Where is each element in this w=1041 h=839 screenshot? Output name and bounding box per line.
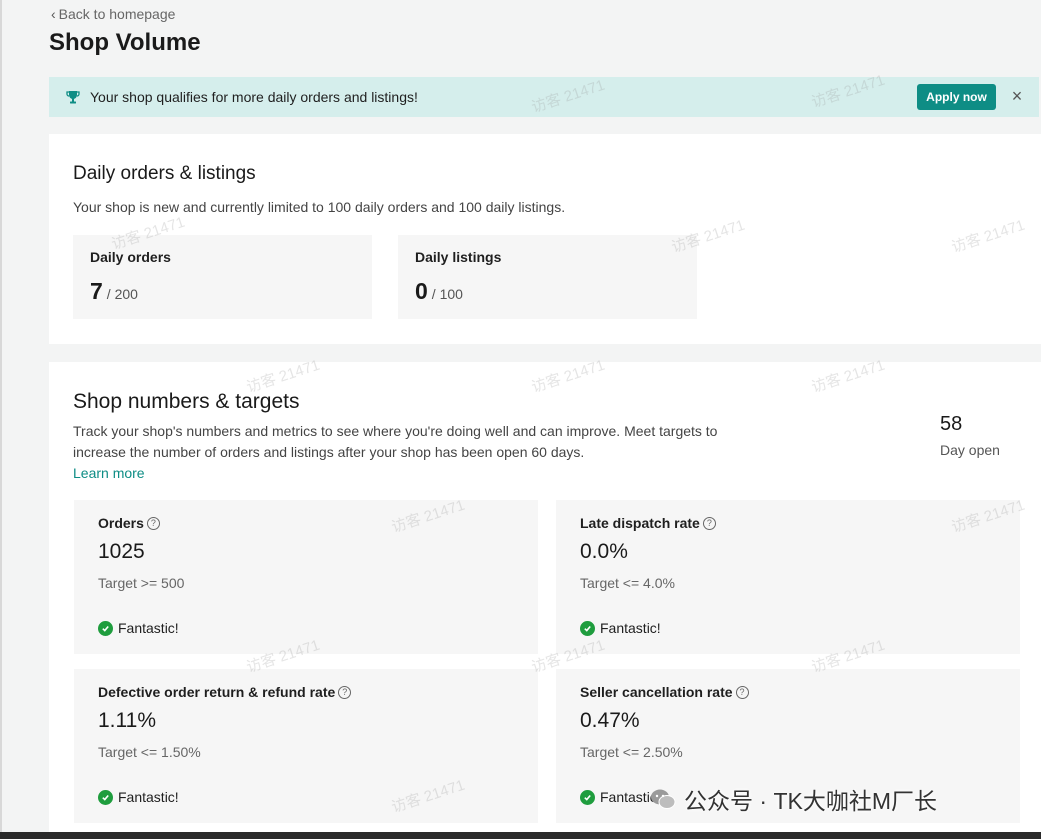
bottom-edge	[0, 832, 1041, 839]
metric-title-label: Seller cancellation rate	[580, 684, 733, 700]
metric-title-label: Late dispatch rate	[580, 515, 700, 531]
daily-listings-value: 0 / 100	[415, 278, 463, 305]
daily-orders-count: 7	[90, 278, 103, 304]
metric-status-label: Fantastic!	[118, 620, 179, 636]
targets-section-title: Shop numbers & targets	[73, 390, 300, 413]
page-title: Shop Volume	[49, 29, 201, 56]
close-icon[interactable]: ×	[1008, 86, 1026, 106]
metric-status-label: Fantastic!	[118, 789, 179, 805]
metric-target: Target <= 2.50%	[580, 744, 683, 760]
daily-section-description: Your shop is new and currently limited t…	[73, 199, 566, 215]
metric-value: 1.11%	[98, 709, 156, 732]
check-circle-icon	[98, 620, 113, 636]
metric-card-defective-return: Defective order return & refund rate ? 1…	[74, 669, 538, 823]
days-open-value: 58	[940, 413, 963, 435]
metric-title: Late dispatch rate ?	[580, 515, 716, 531]
wechat-watermark: 公众号 · TK大咖社M厂长	[650, 782, 937, 816]
metric-status: Fantastic!	[580, 789, 661, 805]
daily-orders-value: 7 / 200	[90, 278, 138, 305]
daily-orders-limit: / 200	[106, 286, 138, 302]
metric-title: Orders ?	[98, 515, 160, 531]
metric-title-label: Defective order return & refund rate	[98, 684, 336, 700]
apply-now-button[interactable]: Apply now	[917, 84, 996, 110]
metric-target: Target <= 1.50%	[98, 744, 201, 760]
daily-orders-box: Daily orders 7 / 200	[73, 235, 372, 319]
metric-status: Fantastic!	[98, 789, 179, 805]
metric-status-label: Fantastic!	[600, 620, 661, 636]
help-icon[interactable]: ?	[146, 516, 160, 530]
wechat-watermark-text: 公众号 · TK大咖社M厂长	[684, 788, 937, 814]
metric-target: Target <= 4.0%	[580, 575, 675, 591]
daily-section-title: Daily orders & listings	[73, 163, 256, 184]
days-open-label: Day open	[940, 442, 1000, 458]
help-icon[interactable]: ?	[735, 685, 749, 699]
daily-listings-box: Daily listings 0 / 100	[398, 235, 697, 319]
metric-value: 0.47%	[580, 709, 640, 732]
daily-listings-limit: / 100	[431, 286, 463, 302]
learn-more-link[interactable]: Learn more	[73, 465, 145, 481]
help-icon[interactable]: ?	[702, 516, 716, 530]
metric-status: Fantastic!	[580, 620, 661, 636]
daily-listings-label: Daily listings	[415, 249, 502, 265]
banner-message: Your shop qualifies for more daily order…	[90, 89, 418, 105]
metric-title-label: Orders	[98, 515, 144, 531]
daily-orders-label: Daily orders	[90, 249, 171, 265]
back-to-homepage-link[interactable]: ‹ Back to homepage	[51, 6, 175, 22]
back-link-label: Back to homepage	[58, 6, 176, 22]
shop-targets-card: Shop numbers & targets Track your shop's…	[49, 362, 1041, 839]
window-edge	[0, 0, 2, 839]
page: ‹ Back to homepage Shop Volume Your shop…	[0, 0, 1041, 839]
targets-section-description: Track your shop's numbers and metrics to…	[73, 423, 718, 460]
wechat-icon	[651, 789, 676, 809]
chevron-left-icon: ‹	[51, 6, 56, 22]
metric-card-orders: Orders ? 1025 Target >= 500 Fantastic!	[74, 500, 538, 654]
metric-title: Seller cancellation rate ?	[580, 684, 749, 700]
check-circle-icon	[98, 789, 113, 805]
metric-status: Fantastic!	[98, 620, 179, 636]
metric-value: 1025	[98, 540, 145, 563]
trophy-icon	[66, 91, 80, 104]
qualification-banner: Your shop qualifies for more daily order…	[49, 77, 1039, 117]
metric-title: Defective order return & refund rate ?	[98, 684, 352, 700]
daily-limits-card: Daily orders & listings Your shop is new…	[49, 134, 1041, 344]
check-circle-icon	[580, 620, 595, 636]
metric-card-late-dispatch: Late dispatch rate ? 0.0% Target <= 4.0%…	[556, 500, 1020, 654]
metric-value: 0.0%	[580, 540, 628, 563]
help-icon[interactable]: ?	[338, 685, 352, 699]
check-circle-icon	[580, 789, 595, 805]
metric-target: Target >= 500	[98, 575, 185, 591]
daily-listings-count: 0	[415, 278, 428, 304]
